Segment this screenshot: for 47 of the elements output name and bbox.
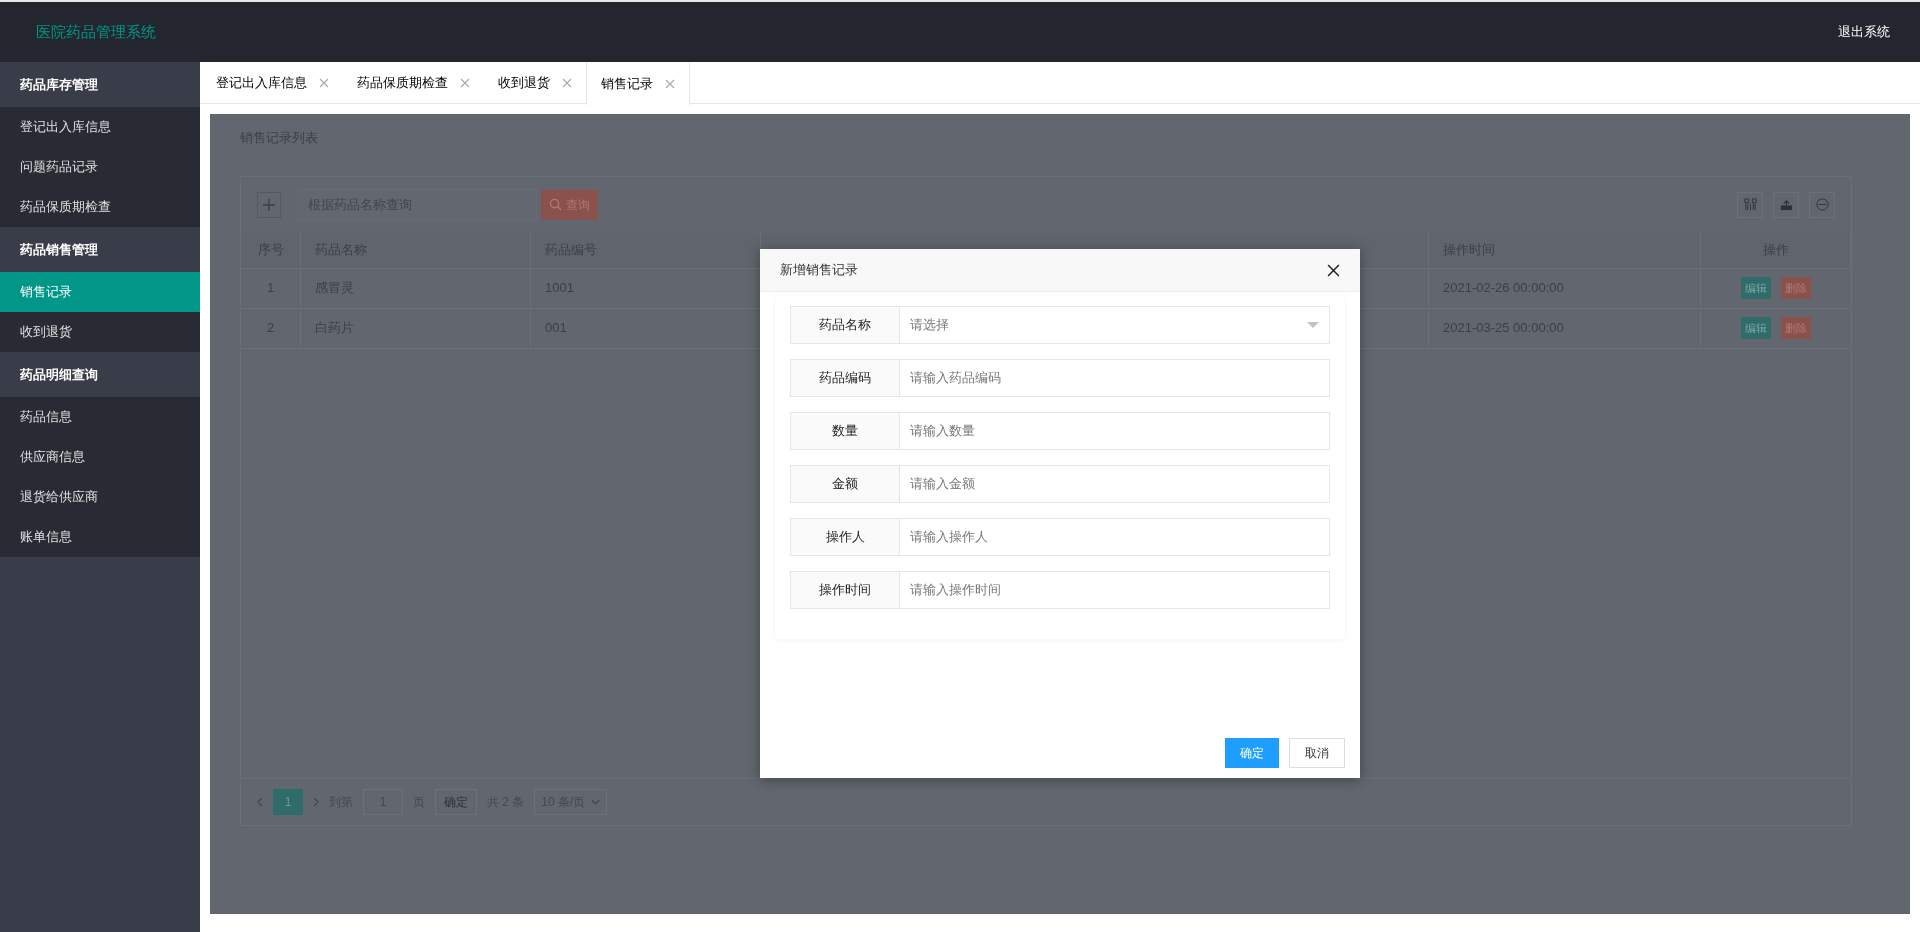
menu-item[interactable]: 登记出入库信息 (0, 107, 200, 147)
search-icon (549, 198, 562, 211)
menu-item[interactable]: 收到退货 (0, 312, 200, 352)
logout-link[interactable]: 退出系统 (1838, 22, 1890, 42)
menu-item[interactable]: 供应商信息 (0, 437, 200, 477)
chevron-down-icon (591, 798, 601, 805)
menu-item[interactable]: 问题药品记录 (0, 147, 200, 187)
field-label: 金额 (790, 465, 900, 503)
menu-item[interactable]: 销售记录 (0, 272, 200, 312)
close-icon[interactable] (1327, 263, 1340, 277)
tab-label: 收到退货 (498, 73, 550, 92)
print-button[interactable] (1809, 191, 1835, 218)
select-field[interactable]: 请选择 (900, 306, 1330, 344)
field-label: 药品编码 (790, 359, 900, 397)
input-field[interactable]: 请输入药品编码 (900, 359, 1330, 397)
input-field[interactable]: 请输入数量 (900, 412, 1330, 450)
tab[interactable]: 药品保质期检查 (343, 62, 484, 103)
menu-item[interactable]: 药品信息 (0, 397, 200, 437)
app-title: 医院药品管理系统 (36, 21, 156, 42)
input-field[interactable]: 请输入金额 (900, 465, 1330, 503)
field-label: 药品名称 (790, 306, 900, 344)
tab-label: 登记出入库信息 (216, 73, 307, 92)
add-button[interactable] (257, 191, 281, 218)
tab-label: 药品保质期检查 (357, 73, 448, 92)
menu-item[interactable]: 药品保质期检查 (0, 187, 200, 227)
field-label: 操作人 (790, 518, 900, 556)
tab-label: 销售记录 (601, 74, 653, 93)
tab[interactable]: 销售记录 (586, 62, 690, 105)
dialog-title: 新增销售记录 (780, 261, 858, 280)
tab[interactable]: 收到退货 (484, 62, 586, 103)
cancel-button[interactable]: 取消 (1289, 738, 1345, 768)
tab[interactable]: 登记出入库信息 (202, 62, 343, 103)
chevron-right-icon[interactable] (313, 796, 319, 807)
caret-icon (1307, 322, 1319, 328)
field-label: 操作时间 (790, 571, 900, 609)
export-button[interactable] (1773, 191, 1799, 218)
grid-icon (1743, 198, 1757, 211)
input-field[interactable]: 请输入操作人 (900, 518, 1330, 556)
select-placeholder: 请选择 (910, 316, 949, 335)
field-label: 数量 (790, 412, 900, 450)
input-field[interactable]: 请输入操作时间 (900, 571, 1330, 609)
chevron-left-icon[interactable] (257, 796, 263, 807)
menu-item[interactable]: 退货给供应商 (0, 477, 200, 517)
columns-button[interactable] (1737, 191, 1763, 218)
plus-icon (263, 198, 275, 211)
menu-item[interactable]: 账单信息 (0, 517, 200, 557)
tray-icon (1779, 198, 1793, 211)
